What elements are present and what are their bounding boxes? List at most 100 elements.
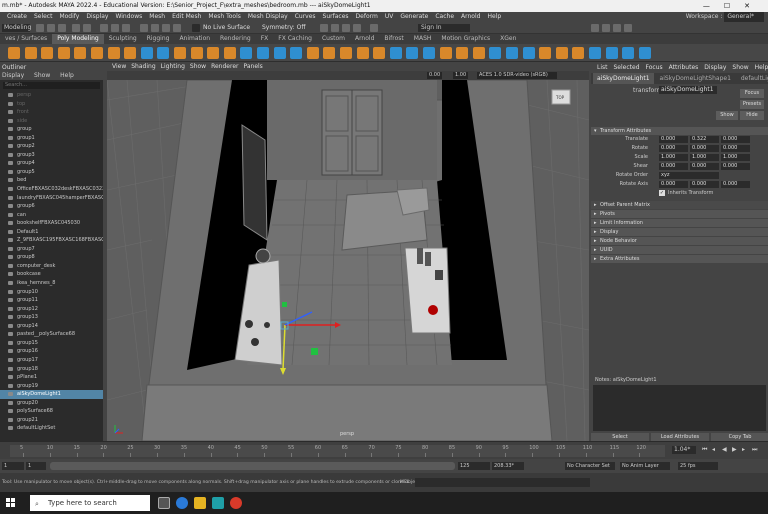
shelf-tool-icon[interactable] <box>506 47 518 59</box>
save-scene-icon[interactable] <box>58 24 66 32</box>
manip-green-handle[interactable] <box>311 348 318 355</box>
step-forward-icon[interactable]: ▸ <box>742 446 748 454</box>
maximize-icon[interactable]: ☐ <box>724 2 744 10</box>
select-component-icon[interactable] <box>122 24 130 32</box>
attr-menu-focus[interactable]: Focus <box>646 64 663 71</box>
shelf-tool-icon[interactable] <box>290 47 303 59</box>
render-icon[interactable] <box>320 24 328 32</box>
shelf-tool-icon[interactable] <box>423 47 435 59</box>
shelf-tool-icon[interactable] <box>555 47 568 59</box>
shelf-tool-icon[interactable] <box>356 47 369 59</box>
menu-cache[interactable]: Cache <box>435 13 454 20</box>
shelf-tool-icon[interactable] <box>157 47 170 59</box>
shelf-tool-icon[interactable] <box>522 47 535 59</box>
attr-value-field[interactable]: 0.000 <box>659 181 688 188</box>
attr-menu-help[interactable]: Help <box>755 64 768 71</box>
shelf-tab-xgen[interactable]: XGen <box>495 34 521 44</box>
shelf-tool-icon[interactable] <box>41 47 54 59</box>
menu-windows[interactable]: Windows <box>115 13 142 20</box>
outliner-item[interactable]: side <box>0 117 103 126</box>
shelf-tab-motion-graphics[interactable]: Motion Graphics <box>436 34 495 44</box>
time-slider-track[interactable]: 5 10 15 20 25 30 35 40 45 50 55 60 65 70 75 80 85 90 95 100… <box>10 445 665 457</box>
menu-mesh-tools[interactable]: Mesh Tools <box>208 13 240 20</box>
task-view-icon[interactable] <box>158 497 170 509</box>
attr-value-field[interactable]: 1.000 <box>690 154 719 161</box>
shelf-tool-icon[interactable] <box>323 47 336 59</box>
shelf-tab-bifrost[interactable]: Bifrost <box>379 34 408 44</box>
viewport-menu-show[interactable]: Show <box>190 63 206 70</box>
viewport-menu-panels[interactable]: Panels <box>243 63 262 70</box>
redo-icon[interactable] <box>83 24 91 32</box>
attr-value-field[interactable]: 0.000 <box>721 181 750 188</box>
character-set-dropdown[interactable]: No Character Set <box>565 462 615 470</box>
inherits-transform-checkbox[interactable]: ✓ <box>659 190 665 196</box>
shelf-tab-rigging[interactable]: Rigging <box>142 34 175 44</box>
outliner-item[interactable]: group7 <box>0 245 103 254</box>
shelf-tool-icon[interactable] <box>140 47 153 59</box>
focus-button[interactable]: Focus <box>740 89 764 98</box>
tab-aiskydomelightshape1[interactable]: aiSkyDomeLightShape1 <box>656 73 735 84</box>
menu-edit-mesh[interactable]: Edit Mesh <box>172 13 201 20</box>
shelf-tool-icon[interactable] <box>489 47 502 59</box>
hypershade-icon[interactable] <box>353 24 361 32</box>
arnold-render-icon[interactable] <box>370 24 378 32</box>
far-clip-field[interactable]: 1.00 <box>453 72 469 79</box>
shelf-tool-icon[interactable] <box>638 47 651 59</box>
shelf-tab-fx[interactable]: FX <box>256 34 274 44</box>
viewport-menu-renderer[interactable]: Renderer <box>211 63 238 70</box>
workspace-selector[interactable]: Workspace : General* <box>686 12 764 22</box>
viewport-menu-shading[interactable]: Shading <box>131 63 155 70</box>
section-limit-information[interactable]: Limit Information <box>591 219 768 227</box>
outliner-item[interactable]: bookshelfFBXASC045030 <box>0 219 103 228</box>
outliner-item[interactable]: group16 <box>0 347 103 356</box>
outliner-menu-show[interactable]: Show <box>34 72 50 79</box>
shelf-tab-rendering[interactable]: Rendering <box>215 34 256 44</box>
minimize-icon[interactable]: — <box>703 2 724 10</box>
shelf-tab-arnold[interactable]: Arnold <box>350 34 379 44</box>
symmetry-label[interactable]: Symmetry: Off <box>262 23 305 33</box>
shelf-tool-icon[interactable] <box>24 47 37 59</box>
outliner-item[interactable]: bookcase <box>0 270 103 279</box>
attr-value-field[interactable]: xyz <box>659 172 719 179</box>
shelf-tab-animation[interactable]: Animation <box>174 34 215 44</box>
snap-curve-icon[interactable] <box>151 24 159 32</box>
shelf-tool-icon[interactable] <box>622 47 635 59</box>
outliner-item[interactable]: group8 <box>0 253 103 262</box>
shelf-tool-icon[interactable] <box>389 47 402 59</box>
attr-value-field[interactable]: 0.000 <box>659 163 688 170</box>
menu-modify[interactable]: Modify <box>59 13 79 20</box>
current-frame-field[interactable]: 1.04* <box>672 446 696 454</box>
outliner-item[interactable]: ikea_hemnes_8 <box>0 279 103 288</box>
section-uuid[interactable]: UUID <box>591 246 768 254</box>
outliner-item[interactable]: can <box>0 211 103 220</box>
outliner-item[interactable]: group19 <box>0 382 103 391</box>
attr-value-field[interactable]: 1.000 <box>659 154 688 161</box>
outliner-item[interactable]: group <box>0 125 103 134</box>
shelf-tool-icon[interactable] <box>91 47 103 59</box>
outliner-item[interactable]: Z_9FBXASC195FBXASC168FBXASC046L <box>0 236 103 245</box>
modeling-toolkit-icon[interactable] <box>591 24 599 32</box>
taskbar-search-input[interactable]: Type here to search <box>30 495 150 511</box>
fps-dropdown[interactable]: 25 fps <box>678 462 718 470</box>
live-surface-label[interactable]: No Live Surface <box>203 23 250 33</box>
colorspace-dropdown[interactable]: ACES 1.0 SDR-video (sRGB) <box>477 72 557 79</box>
snap-surface-icon[interactable] <box>173 24 181 32</box>
menu-uv[interactable]: UV <box>385 13 394 20</box>
tab-aiskydomelight1[interactable]: aiSkyDomeLight1 <box>593 73 654 84</box>
menu-deform[interactable]: Deform <box>356 13 378 20</box>
edge-icon[interactable] <box>176 497 188 509</box>
windows-start-icon[interactable] <box>6 498 16 508</box>
render-settings-icon[interactable] <box>342 24 350 32</box>
close-icon[interactable]: ✕ <box>744 2 764 10</box>
notes-field[interactable] <box>593 385 766 431</box>
attr-value-field[interactable]: 0.000 <box>721 163 750 170</box>
menu-mesh-display[interactable]: Mesh Display <box>248 13 288 20</box>
section-transform-attributes[interactable]: Transform Attributes <box>591 127 768 135</box>
shelf-tool-icon[interactable] <box>456 47 469 59</box>
show-button[interactable]: Show <box>716 111 738 120</box>
menu-generate[interactable]: Generate <box>400 13 428 20</box>
viewport-menu-lighting[interactable]: Lighting <box>161 63 185 70</box>
shelf-tool-icon[interactable] <box>240 47 253 59</box>
outliner-item[interactable]: group15 <box>0 339 103 348</box>
outliner-item[interactable]: group6 <box>0 202 103 211</box>
